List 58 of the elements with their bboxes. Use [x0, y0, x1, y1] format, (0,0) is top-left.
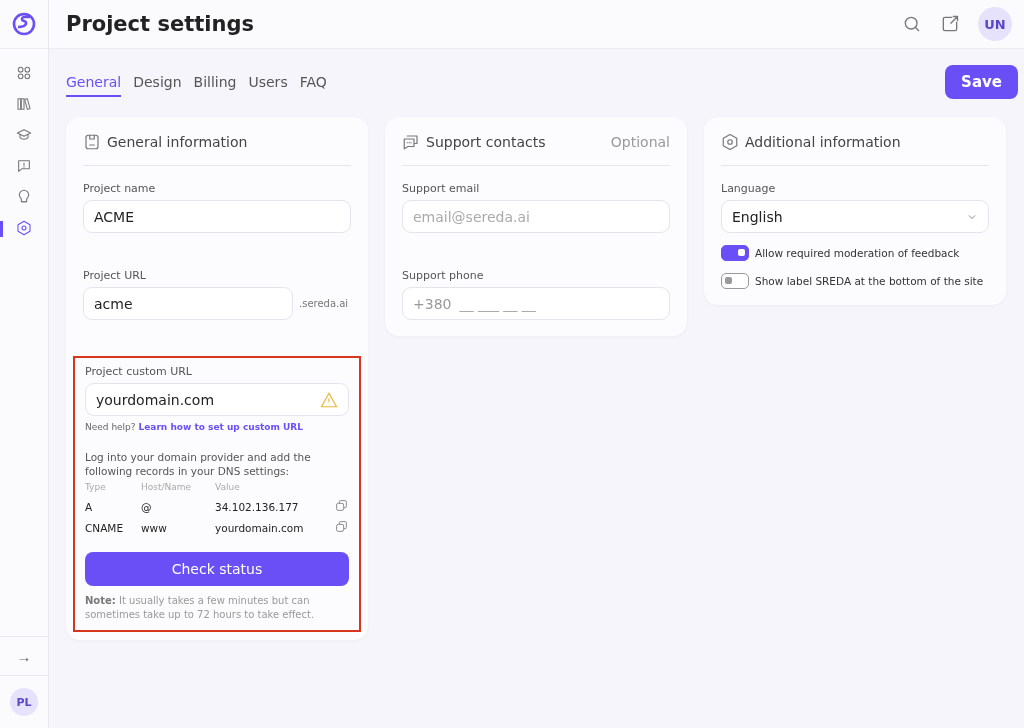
settings-icon: [721, 133, 739, 151]
books-icon[interactable]: [16, 96, 32, 112]
optional-label: Optional: [610, 134, 670, 150]
help-link[interactable]: Learn how to set up custom URL: [138, 422, 303, 432]
chat-bubbles-icon: [402, 133, 420, 151]
tab[interactable]: Users: [248, 74, 288, 97]
table-cell: @: [141, 496, 215, 518]
table-cell-text: 34.102.136.177: [215, 499, 300, 515]
tab[interactable]: Billing: [193, 74, 237, 97]
text-input[interactable]: yourdomain.com: [86, 384, 312, 415]
table-cell-text: yourdomain.com: [215, 520, 305, 536]
settings-icon[interactable]: [16, 220, 32, 236]
language-dropdown[interactable]: English: [721, 200, 989, 233]
domain-suffix: .sereda.ai: [299, 298, 349, 309]
field-label: Project URL: [83, 269, 147, 282]
phone-prefix: +380: [412, 295, 452, 312]
tab[interactable]: FAQ: [299, 74, 327, 97]
input-field[interactable]: yourdomain.com: [85, 383, 349, 416]
column-header: Host/Name: [141, 482, 215, 497]
column-header: Type: [85, 482, 141, 497]
logo-icon[interactable]: [12, 12, 36, 36]
check-status-button[interactable]: Check status: [85, 552, 349, 587]
grid-icon[interactable]: [16, 65, 32, 81]
toggle-switch[interactable]: [721, 273, 749, 289]
card-title: General information: [107, 134, 249, 150]
note-text: Note: It usually takes a few minutes but can sometimes take up to 72 hours to take effect.: [85, 594, 316, 623]
instructions-text: Log into your domain provider and add the following records in your DNS settings:: [85, 450, 312, 479]
page-title: Project settings: [66, 12, 255, 36]
card-title: Support contacts: [426, 134, 547, 150]
help-text: Need help? Learn how to set up custom URL: [85, 422, 304, 432]
toggle-label: Allow required moderation of feedback: [755, 247, 960, 259]
field-label: Project custom URL: [85, 365, 193, 378]
table-cell: CNAME: [85, 517, 141, 539]
card-title: Additional information: [745, 134, 902, 150]
copy-icon[interactable]: [335, 520, 348, 534]
collapse-button[interactable]: →: [0, 636, 48, 676]
search-icon: [902, 14, 922, 34]
graduation-cap-icon[interactable]: [16, 127, 32, 143]
field-label: Project name: [83, 182, 157, 195]
user-avatar[interactable]: PL: [10, 688, 38, 716]
lightbulb-icon[interactable]: [16, 189, 32, 205]
user-avatar[interactable]: UN: [978, 7, 1012, 41]
tab[interactable]: General: [66, 74, 122, 97]
field-label: Support phone: [402, 269, 485, 282]
toggle-label: Show label SREDA at the bottom of the site: [755, 275, 984, 287]
column-header: Value: [215, 482, 241, 495]
external-link-icon: [940, 14, 960, 34]
chat-question-icon[interactable]: [16, 158, 32, 174]
table-cell: A: [85, 496, 141, 518]
field-label: Language: [721, 182, 777, 195]
save-button[interactable]: Save: [945, 65, 1018, 99]
copy-icon[interactable]: [335, 499, 348, 513]
field-label: Support email: [402, 182, 481, 195]
table-cell: www: [141, 517, 215, 539]
tab[interactable]: Design: [133, 74, 182, 97]
text-input[interactable]: __ ___ __ __: [459, 288, 659, 319]
save-icon: [83, 133, 101, 151]
toggle-switch[interactable]: [721, 245, 749, 261]
